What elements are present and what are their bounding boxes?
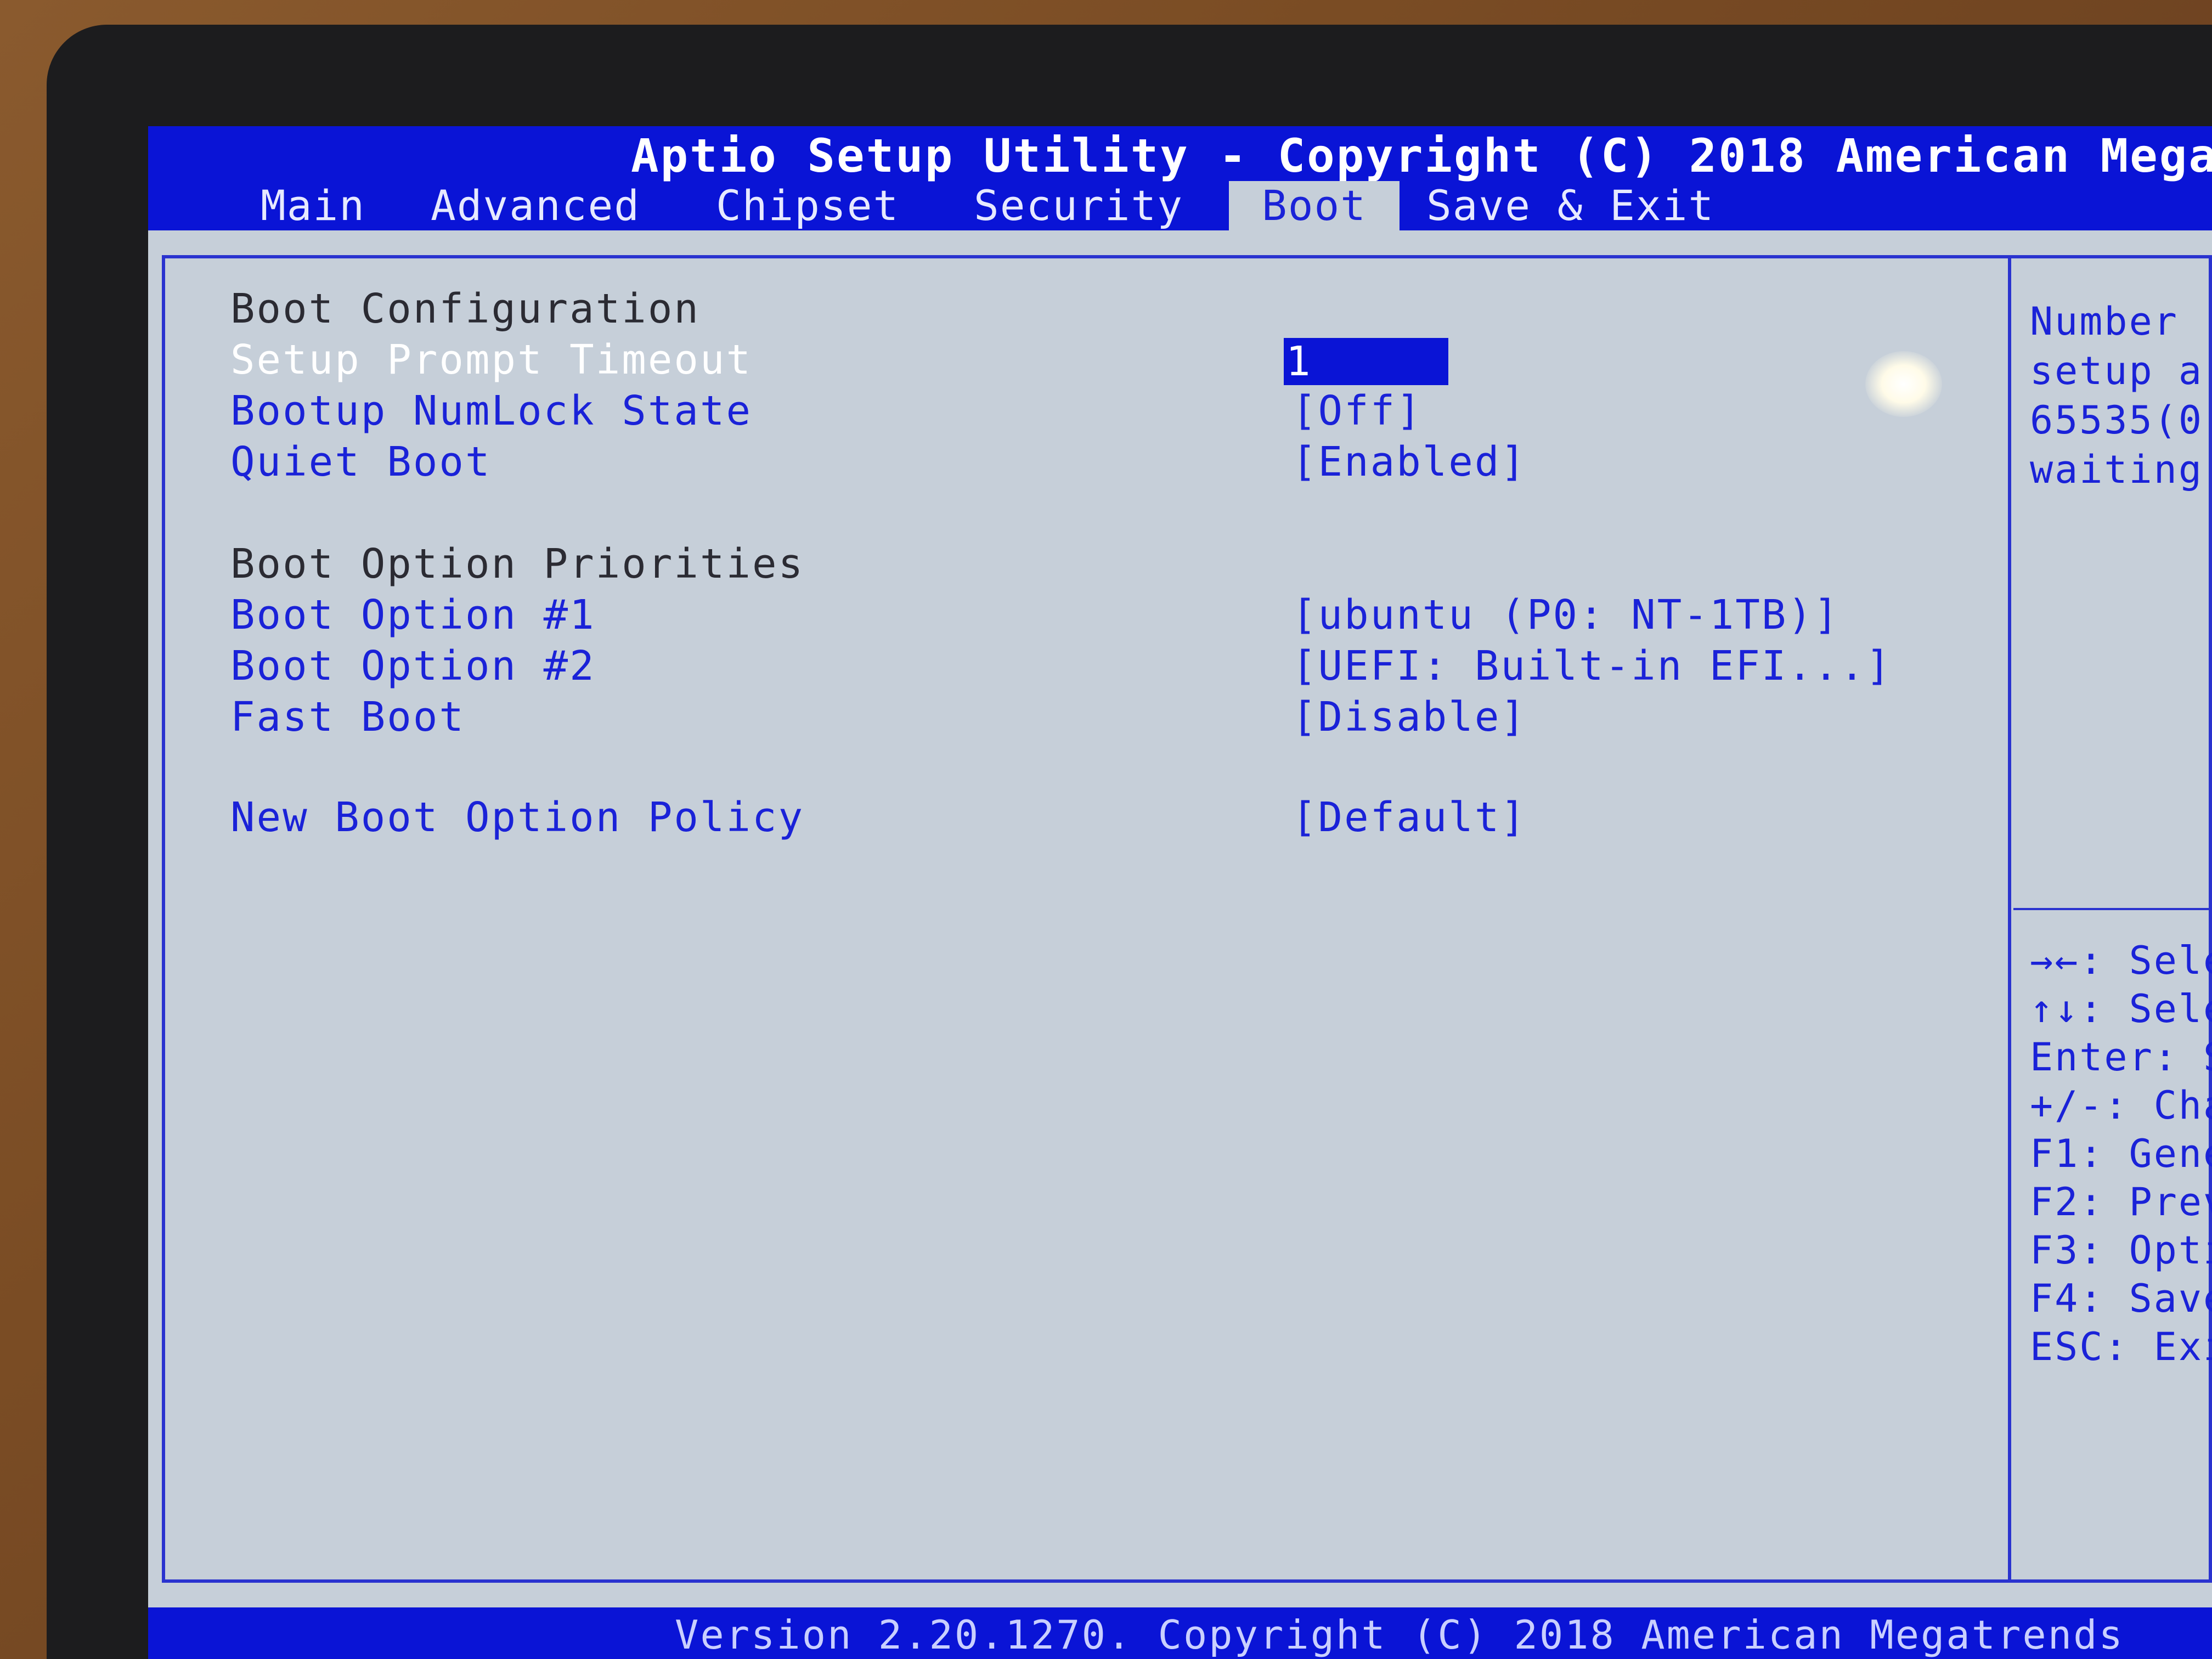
fast-boot-label[interactable]: Fast Boot — [230, 693, 465, 741]
help-description-line: setup a — [2030, 348, 2204, 393]
help-description-line: 65535(0 — [2030, 398, 2204, 443]
fast-boot-value[interactable]: [Disable] — [1292, 693, 1527, 741]
setup-prompt-timeout-input[interactable]: 1 — [1284, 338, 1448, 385]
quiet-boot-value[interactable]: [Enabled] — [1292, 438, 1527, 486]
help-key-separator — [2013, 908, 2212, 910]
boot-option-1-label[interactable]: Boot Option #1 — [230, 591, 596, 639]
setup-prompt-timeout-label[interactable]: Setup Prompt Timeout — [230, 336, 752, 383]
help-key-line: ↑↓: Sele — [2030, 986, 2212, 1031]
tab-chipset[interactable]: Chipset — [716, 181, 899, 230]
help-key-line: →←: Sele — [2030, 938, 2212, 983]
tab-security[interactable]: Security — [974, 181, 1183, 230]
boot-configuration-header: Boot Configuration — [230, 285, 700, 332]
tab-bar: Main Advanced Chipset Security Boot Save… — [148, 181, 2212, 230]
help-description-line: Number — [2030, 299, 2179, 344]
help-key-line: Enter: S — [2030, 1035, 2212, 1080]
bios-title: Aptio Setup Utility - Copyright (C) 2018… — [631, 129, 2212, 183]
new-boot-option-policy-value[interactable]: [Default] — [1292, 794, 1527, 841]
tab-advanced[interactable]: Advanced — [431, 181, 640, 230]
help-key-line: +/-: Cha — [2030, 1083, 2212, 1128]
footer-bar: Version 2.20.1270. Copyright (C) 2018 Am… — [148, 1607, 2212, 1659]
new-boot-option-policy-label[interactable]: New Boot Option Policy — [230, 794, 804, 841]
boot-option-2-label[interactable]: Boot Option #2 — [230, 642, 596, 690]
version-footer: Version 2.20.1270. Copyright (C) 2018 Am… — [675, 1612, 2124, 1658]
help-key-line: F1: Gene — [2030, 1131, 2212, 1176]
boot-option-2-value[interactable]: [UEFI: Built-in EFI...] — [1292, 642, 1892, 690]
bootup-numlock-state-value[interactable]: [Off] — [1292, 387, 1423, 435]
screen-glare — [1865, 351, 1942, 417]
help-key-line: F2: Prev — [2030, 1180, 2212, 1224]
help-key-line: F3: Opti — [2030, 1228, 2212, 1273]
tab-boot[interactable]: Boot — [1229, 181, 1400, 230]
title-bar: Aptio Setup Utility - Copyright (C) 2018… — [148, 126, 2212, 230]
tab-main[interactable]: Main — [261, 181, 365, 230]
boot-option-1-value[interactable]: [ubuntu (P0: NT-1TB)] — [1292, 591, 1840, 639]
help-description-line: waiting — [2030, 447, 2204, 492]
bios-screen: Aptio Setup Utility - Copyright (C) 2018… — [148, 126, 2212, 1659]
bootup-numlock-state-label[interactable]: Bootup NumLock State — [230, 387, 752, 435]
help-key-line: ESC: Exi — [2030, 1324, 2212, 1369]
quiet-boot-label[interactable]: Quiet Boot — [230, 438, 492, 486]
help-key-line: F4: Save — [2030, 1276, 2212, 1321]
boot-option-priorities-header: Boot Option Priorities — [230, 540, 805, 588]
tab-save-exit[interactable]: Save & Exit — [1426, 181, 1714, 230]
help-panel-divider — [2008, 255, 2011, 1583]
